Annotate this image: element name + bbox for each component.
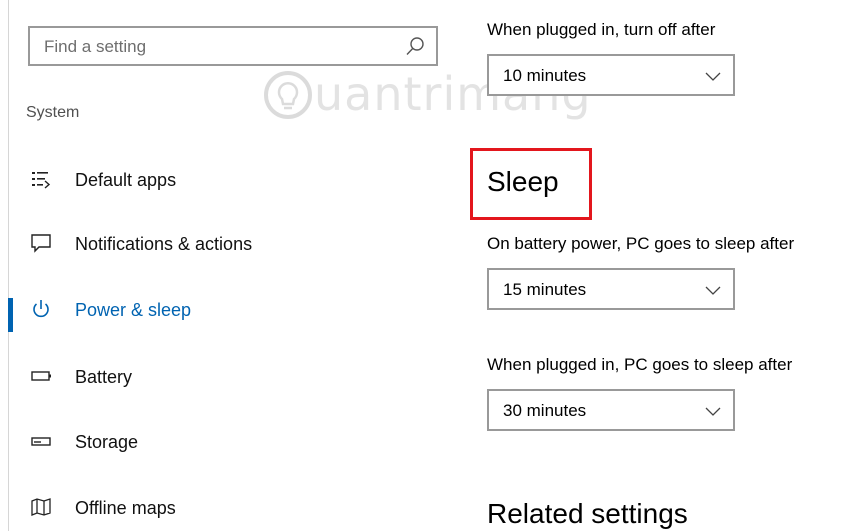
sidebar-item-offline-maps[interactable]: Offline maps [0, 486, 440, 530]
sleep-heading: Sleep [487, 166, 559, 197]
dropdown-value: 15 minutes [503, 280, 587, 299]
sleep-plugged-label: When plugged in, PC goes to sleep after [487, 355, 793, 374]
section-label-system: System [26, 104, 80, 121]
sidebar-item-storage[interactable]: Storage [0, 420, 440, 464]
storage-icon [31, 437, 51, 446]
sidebar-item-label: Battery [75, 367, 133, 387]
screen-plugged-dropdown[interactable]: 10 minutes [487, 54, 735, 96]
notifications-icon [31, 234, 51, 253]
sidebar-item-label: Default apps [75, 170, 177, 190]
active-indicator [8, 298, 13, 332]
screen-plugged-label: When plugged in, turn off after [487, 20, 716, 39]
sidebar-item-label: Offline maps [75, 498, 176, 518]
sidebar-item-default-apps[interactable]: Default apps [0, 158, 440, 202]
dropdown-value: 30 minutes [503, 401, 587, 420]
map-icon [31, 498, 51, 516]
lightbulb-icon [264, 71, 312, 119]
sidebar-item-label: Notifications & actions [75, 234, 253, 254]
dropdown-value: 10 minutes [503, 66, 587, 85]
chevron-down-icon [705, 72, 721, 81]
chevron-down-icon [705, 286, 721, 295]
sidebar-item-label: Storage [75, 432, 139, 452]
power-icon [33, 300, 49, 318]
search-input[interactable]: Find a setting [44, 37, 146, 57]
settings-window: Find a setting System Default apps Notif… [0, 0, 863, 531]
sidebar-item-battery[interactable]: Battery [0, 355, 440, 399]
sidebar-item-notifications[interactable]: Notifications & actions [0, 222, 440, 266]
search-box[interactable]: Find a setting [28, 26, 438, 66]
sleep-battery-label: On battery power, PC goes to sleep after [487, 234, 795, 253]
sidebar-item-label: Power & sleep [75, 300, 192, 320]
sleep-battery-dropdown[interactable]: 15 minutes [487, 268, 735, 310]
search-icon[interactable] [404, 36, 426, 58]
chevron-down-icon [705, 407, 721, 416]
default-apps-icon [32, 172, 51, 189]
related-settings-heading: Related settings [487, 498, 688, 529]
sidebar-item-power-sleep[interactable]: Power & sleep [0, 288, 440, 332]
sleep-plugged-dropdown[interactable]: 30 minutes [487, 389, 735, 431]
battery-icon [31, 371, 51, 381]
